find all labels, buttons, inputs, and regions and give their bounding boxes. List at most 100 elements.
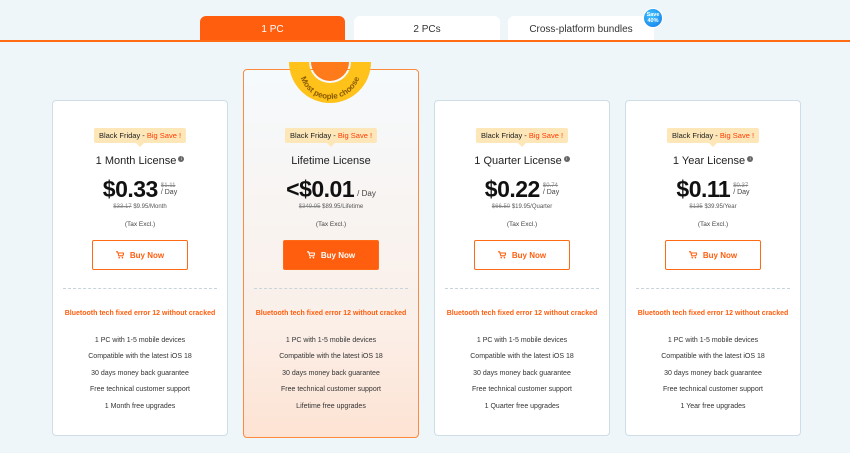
badge-prefix: Black Friday - [98,131,147,140]
license-title-text: Lifetime License [291,155,371,167]
cart-icon [688,251,697,259]
period-price: $66.50 $19.95/Quarter [435,204,609,210]
feature-item: Free technical customer support [472,386,572,394]
feature-list: 1 PC with 1-5 mobile devices Compatible … [53,335,227,417]
tab-underline [0,40,850,42]
old-period-price: $66.50 [491,204,511,210]
buy-now-button[interactable]: Buy Now [665,240,761,270]
feature-highlight: Bluetooth tech fixed error 12 without cr… [637,310,789,317]
price-row: $0.22 $0.74 / Day [435,176,609,203]
buy-now-button[interactable]: Buy Now [474,240,570,270]
badge-prefix: Black Friday - [671,131,720,140]
current-period-price: $9.95/Month [133,204,167,210]
feature-item: 30 days money back guarantee [282,369,380,377]
tab-2-pcs[interactable]: 2 PCs [354,16,500,42]
divider [636,288,790,289]
feature-item: 30 days money back guarantee [473,369,571,377]
feature-item: 30 days money back guarantee [664,369,762,377]
per-day-label: / Day [357,189,376,198]
price-side: $0.37 / Day [733,183,749,196]
feature-highlight: Bluetooth tech fixed error 12 without cr… [255,310,407,317]
license-title: 1 Month License i [53,155,227,167]
period-price: $135 $39.95/Year [626,204,800,210]
current-period-price: $39.95/Year [704,204,737,210]
save-badge-line2: 40% [647,18,659,24]
feature-list: 1 PC with 1-5 mobile devices Compatible … [626,335,800,417]
per-day-label: / Day [160,189,178,196]
per-day-label: / Day [542,189,560,196]
tab-cross-platform-bundles[interactable]: Cross-platform bundles [508,16,654,42]
buy-now-label: Buy Now [320,250,356,260]
badge-highlight: Big Save ! [528,131,564,140]
price-side: $0.74 / Day [543,183,559,196]
buy-now-label: Buy Now [129,250,165,260]
cart-icon [306,251,315,259]
price-side: $1.11 / Day [161,183,177,196]
black-friday-badge: Black Friday - Big Save ! [475,128,569,143]
feature-item: Free technical customer support [281,386,381,394]
period-price: $33.17 $9.95/Month [53,204,227,210]
feature-list: 1 PC with 1-5 mobile devices Compatible … [435,335,609,417]
badge-prefix: Black Friday - [480,131,529,140]
feature-item: Compatible with the latest iOS 18 [279,353,383,361]
buy-now-label: Buy Now [511,250,547,260]
price-per-day: $0.22 [484,176,541,202]
cart-icon [497,251,506,259]
price-row: $0.33 $1.11 / Day [53,176,227,203]
feature-item: Free technical customer support [663,386,763,394]
license-title: 1 Year License i [626,155,800,167]
price-per-day: $0.33 [102,176,159,202]
license-title-text: 1 Quarter License [474,155,562,167]
buy-now-label: Buy Now [702,250,738,260]
price-per-day: $0.11 [676,176,731,202]
feature-item: Compatible with the latest iOS 18 [661,353,765,361]
feature-item: Compatible with the latest iOS 18 [88,353,192,361]
plan-card-lifetime: Black Friday - Big Save ! Lifetime Licen… [243,69,419,438]
feature-item: 30 days money back guarantee [91,369,189,377]
feature-item: Compatible with the latest iOS 18 [470,353,574,361]
feature-item: Free technical customer support [90,386,190,394]
divider [254,288,408,289]
buy-now-button[interactable]: Buy Now [92,240,188,270]
badge-highlight: Big Save ! [337,131,373,140]
tax-note: (Tax Excl.) [124,221,156,228]
cart-icon [115,251,124,259]
black-friday-badge: Black Friday - Big Save ! [666,128,760,143]
buy-now-button[interactable]: Buy Now [283,240,379,270]
feature-item: 1 Year free upgrades [680,402,746,410]
plan-card-1-month: Black Friday - Big Save ! 1 Month Licens… [52,100,228,436]
feature-item: Lifetime free upgrades [296,402,366,410]
feature-item: 1 Month free upgrades [104,402,176,410]
license-title-text: 1 Month License [95,155,177,167]
feature-item: 1 PC with 1-5 mobile devices [94,337,186,344]
ribbon-arc: Most people choose [289,62,371,103]
divider [445,288,599,289]
info-icon[interactable]: i [563,156,570,162]
info-icon[interactable]: i [747,156,754,162]
badge-highlight: Big Save ! [719,131,755,140]
tab-1-pc[interactable]: 1 PC [200,16,345,42]
current-period-price: $89.95/Lifetime [322,204,364,210]
most-people-choose-ribbon: Most people choose [287,62,373,110]
tax-note: (Tax Excl.) [697,221,729,228]
period-price: $349.95 $89.95/Lifetime [244,204,418,210]
price-row: <$0.01 / Day [244,176,418,203]
tax-note: (Tax Excl.) [315,221,347,228]
feature-highlight: Bluetooth tech fixed error 12 without cr… [64,310,216,317]
plan-card-1-year: Black Friday - Big Save ! 1 Year License… [625,100,801,436]
badge-prefix: Black Friday - [289,131,338,140]
old-period-price: $33.17 [113,204,132,210]
feature-list: 1 PC with 1-5 mobile devices Compatible … [244,335,418,417]
plan-card-1-quarter: Black Friday - Big Save ! 1 Quarter Lice… [434,100,610,436]
feature-item: 1 PC with 1-5 mobile devices [667,337,759,344]
feature-item: 1 PC with 1-5 mobile devices [476,337,568,344]
license-title: Lifetime License [244,155,418,167]
license-title: 1 Quarter License i [435,155,609,167]
license-title-text: 1 Year License [672,155,746,167]
black-friday-badge: Black Friday - Big Save ! [93,128,187,143]
info-icon[interactable]: i [178,156,185,162]
old-period-price: $135 [689,204,703,210]
badge-highlight: Big Save ! [146,131,182,140]
tax-note: (Tax Excl.) [506,221,538,228]
per-day-label: / Day [733,189,750,196]
